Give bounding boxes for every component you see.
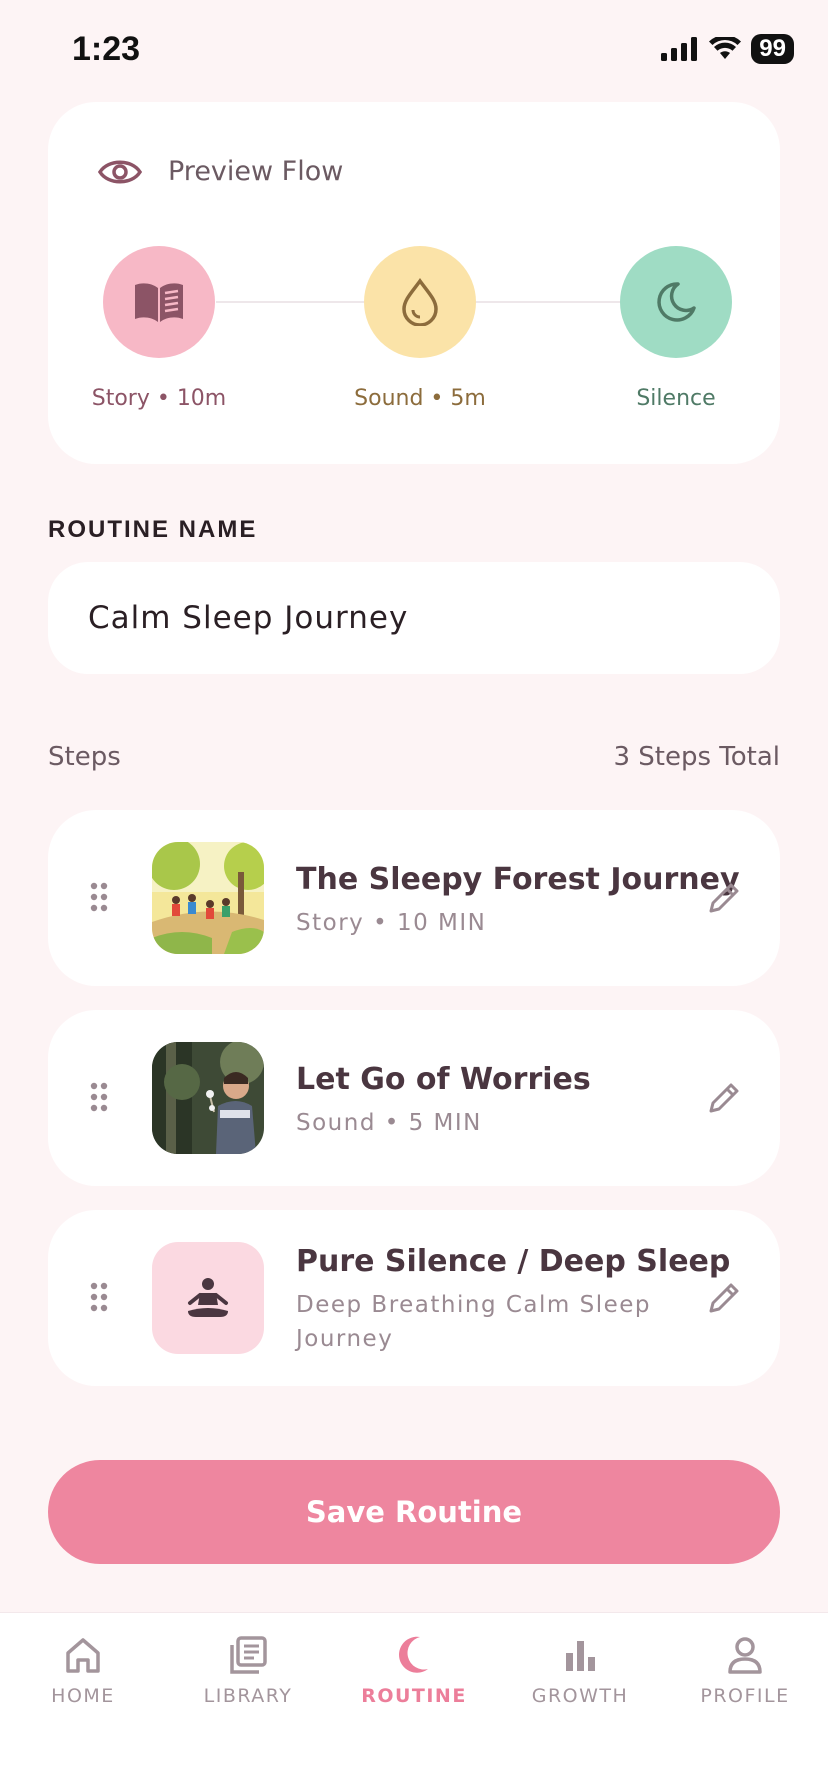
tab-label: LIBRARY (203, 1685, 293, 1707)
tab-label: GROWTH (531, 1685, 629, 1707)
bar-chart-icon (566, 1641, 595, 1671)
step-subtitle: Deep Breathing Calm Sleep Journey (296, 1292, 652, 1352)
meditation-icon (188, 1278, 228, 1317)
tab-routine[interactable]: ROUTINE (334, 1635, 494, 1707)
meditation-thumbnail (152, 1242, 264, 1354)
flow-label-story: Story • 10m (91, 386, 227, 411)
tab-label: HOME (51, 1685, 115, 1707)
edit-button[interactable] (702, 876, 746, 920)
status-bar: 1:23 99 (0, 0, 828, 100)
preview-title: Preview Flow (168, 156, 344, 187)
tab-label: ROUTINE (361, 1685, 467, 1707)
bottom-tab-bar: HOME LIBRARY ROUTINE GROWTH PROFILE (0, 1612, 828, 1792)
steps-total: 3 Steps Total (613, 742, 780, 772)
step-title: The Sleepy Forest Journey (296, 862, 740, 897)
step-title: Pure Silence / Deep Sleep (296, 1244, 731, 1279)
step-card[interactable]: The Sleepy Forest Journey Story • 10 MIN (48, 810, 780, 986)
step-title: Let Go of Worries (296, 1062, 591, 1097)
flow-step-silence[interactable] (620, 246, 732, 358)
tab-home[interactable]: HOME (3, 1635, 163, 1707)
flow-step-sound[interactable] (364, 246, 476, 358)
library-icon (230, 1636, 267, 1674)
forest-illustration-thumbnail (152, 842, 264, 954)
drag-handle-icon[interactable] (90, 1082, 108, 1112)
step-subtitle: Sound • 5 MIN (296, 1110, 482, 1136)
step-card[interactable]: Pure Silence / Deep Sleep Deep Breathing… (48, 1210, 780, 1386)
tab-growth[interactable]: GROWTH (500, 1635, 660, 1707)
moon-icon (657, 282, 696, 322)
moon-icon (399, 1636, 428, 1673)
step-card[interactable]: Let Go of Worries Sound • 5 MIN (48, 1010, 780, 1186)
wifi-icon (709, 37, 742, 59)
child-photo-thumbnail (152, 1042, 264, 1154)
routine-name-label: ROUTINE NAME (48, 516, 258, 543)
drag-handle-icon[interactable] (90, 1282, 108, 1312)
step-subtitle: Story • 10 MIN (296, 910, 487, 936)
preview-header: Preview Flow (98, 156, 343, 187)
pencil-icon (709, 883, 739, 913)
home-icon (66, 1638, 100, 1673)
water-drop-icon (402, 278, 438, 326)
pencil-icon (709, 1283, 739, 1313)
save-routine-button[interactable]: Save Routine (48, 1460, 780, 1564)
preview-flow-card: Preview Flow Story • 10m Sound • 5m Sile… (48, 102, 780, 464)
edit-button[interactable] (702, 1276, 746, 1320)
status-time: 1:23 (72, 30, 141, 68)
flow-label-sound: Sound • 5m (354, 386, 486, 411)
routine-name-input[interactable] (48, 562, 780, 674)
steps-label: Steps (48, 742, 121, 772)
battery-indicator: 99 (751, 34, 794, 64)
eye-icon (98, 160, 142, 183)
edit-button[interactable] (702, 1076, 746, 1120)
book-icon (135, 283, 183, 322)
drag-handle-icon[interactable] (90, 882, 108, 912)
tab-label: PROFILE (700, 1685, 790, 1707)
flow-step-story[interactable] (103, 246, 215, 358)
tab-profile[interactable]: PROFILE (665, 1635, 825, 1707)
cellular-signal-icon (661, 37, 698, 61)
pencil-icon (709, 1083, 739, 1113)
flow-label-silence: Silence (636, 386, 716, 411)
profile-icon (728, 1637, 762, 1674)
tab-library[interactable]: LIBRARY (168, 1635, 328, 1707)
status-icons: 99 (661, 34, 794, 64)
